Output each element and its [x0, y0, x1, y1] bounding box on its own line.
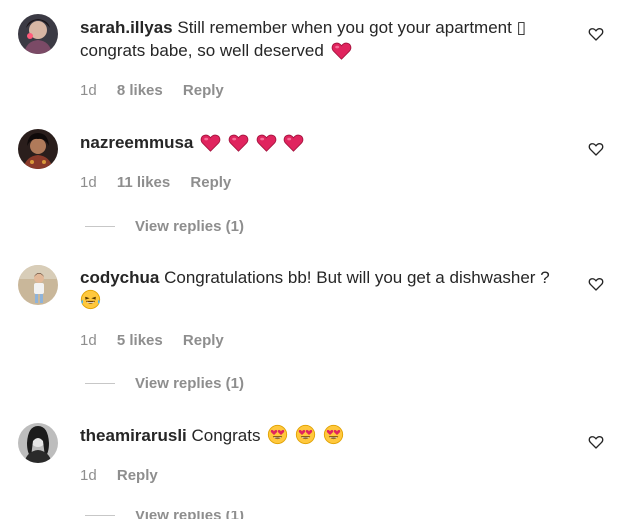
comment-body: nazreemmusa: [80, 131, 570, 154]
username[interactable]: codychua: [80, 268, 159, 287]
comment-text: Congrats: [191, 426, 261, 445]
view-replies-label: View replies (1): [135, 218, 244, 235]
like-heart-icon[interactable]: [588, 434, 604, 450]
comment-meta: 1d 5 likes Reply: [80, 332, 224, 349]
avatar[interactable]: [18, 129, 58, 169]
red-heart-emoji: [283, 133, 304, 152]
view-replies-label: View replies (1): [135, 375, 244, 392]
red-heart-emoji: [256, 133, 277, 152]
like-heart-icon[interactable]: [588, 276, 604, 292]
divider-line: [85, 514, 115, 516]
username[interactable]: nazreemmusa: [80, 133, 193, 152]
comment-meta: 1d Reply: [80, 467, 158, 484]
view-replies-button[interactable]: View replies (1): [85, 218, 244, 235]
timestamp: 1d: [80, 174, 97, 191]
like-heart-icon[interactable]: [588, 26, 604, 42]
grinning-squinting-face-with-tears-emoji: [80, 289, 101, 310]
likes-count[interactable]: 11 likes: [117, 174, 170, 191]
divider-line: [85, 383, 115, 384]
red-heart-emoji: [200, 133, 221, 152]
timestamp: 1d: [80, 82, 97, 99]
likes-count[interactable]: 8 likes: [117, 82, 163, 99]
reply-button[interactable]: Reply: [190, 174, 231, 191]
like-heart-icon[interactable]: [588, 141, 604, 157]
comment-meta: 1d 8 likes Reply: [80, 82, 224, 99]
view-replies-button[interactable]: View replies (1): [85, 375, 244, 392]
timestamp: 1d: [80, 467, 97, 484]
reply-button[interactable]: Reply: [117, 467, 158, 484]
comment-body: codychua Congratulations bb! But will yo…: [80, 266, 570, 312]
username[interactable]: theamirarusli: [80, 426, 187, 445]
timestamp: 1d: [80, 332, 97, 349]
view-replies-button[interactable]: View replies (1): [85, 511, 244, 519]
comment-meta: 1d 11 likes Reply: [80, 174, 231, 191]
smiling-face-with-heart-eyes-emoji: [323, 424, 344, 445]
red-heart-emoji: [228, 133, 249, 152]
view-replies-label: View replies (1): [135, 511, 244, 519]
comment-text: Congratulations bb! But will you get a d…: [164, 268, 550, 287]
divider-line: [85, 226, 115, 227]
smiling-face-with-heart-eyes-emoji: [295, 424, 316, 445]
smiling-face-with-heart-eyes-emoji: [267, 424, 288, 445]
likes-count[interactable]: 5 likes: [117, 332, 163, 349]
avatar[interactable]: [18, 14, 58, 54]
avatar[interactable]: [18, 423, 58, 463]
comment-body: sarah.illyas Still remember when you got…: [80, 16, 570, 62]
username[interactable]: sarah.illyas: [80, 18, 173, 37]
avatar[interactable]: [18, 265, 58, 305]
red-heart-emoji: [331, 41, 352, 60]
reply-button[interactable]: Reply: [183, 332, 224, 349]
reply-button[interactable]: Reply: [183, 82, 224, 99]
comment-body: theamirarusli Congrats: [80, 424, 570, 447]
